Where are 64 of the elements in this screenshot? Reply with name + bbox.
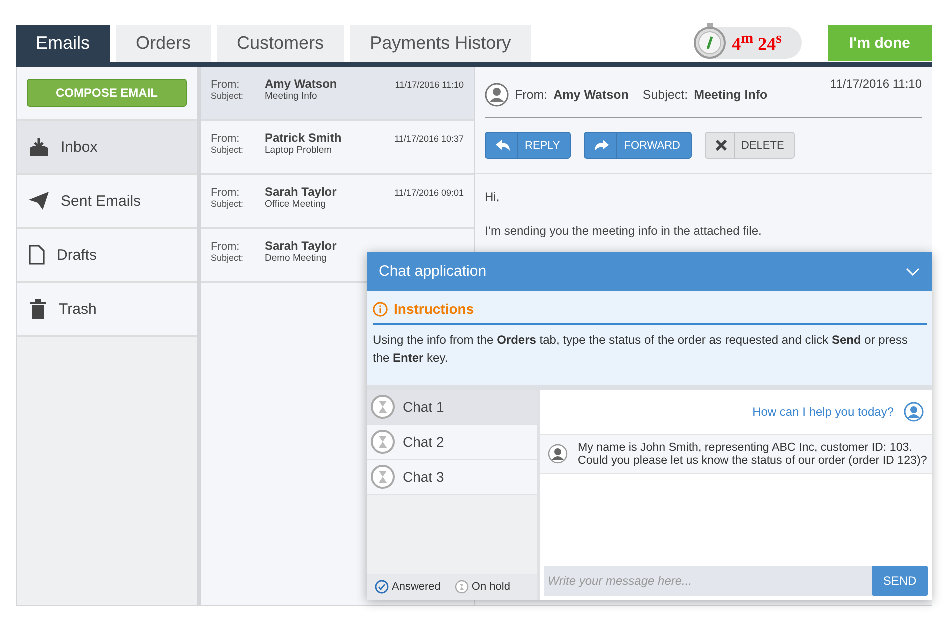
info-icon — [373, 302, 388, 316]
email-text: I’m sending you the meeting info in the attached file. — [485, 224, 763, 238]
reply-icon — [496, 140, 510, 152]
subject-label: Subject: — [211, 91, 245, 101]
folder-item[interactable]: Inbox — [17, 121, 197, 175]
subject-label: Subject: — [211, 253, 245, 263]
subject-label: Subject: — [211, 145, 245, 155]
email-subject: Laptop Problem — [265, 145, 332, 156]
chat-item[interactable]: Chat 2 — [367, 425, 537, 460]
forward-icon — [595, 140, 610, 152]
tab[interactable]: Emails — [16, 25, 110, 62]
legend-label: On hold — [472, 581, 510, 593]
email-text: Hi, — [485, 190, 501, 204]
customer-message: My name is John Smith, representing ABC Inc, customer ID: 103. Could you please let us know the status of our order (order ID 123)? — [578, 441, 928, 467]
email-date: 11/17/2016 10:37 — [394, 134, 464, 144]
hourglass-icon — [371, 430, 395, 454]
agent-avatar-icon — [904, 402, 924, 422]
trash-icon — [29, 299, 47, 319]
timer-text: 4$^{m}$ 24$^{s}$ — [732, 31, 782, 55]
document-icon — [29, 245, 45, 265]
email-subject: Meeting Info — [694, 88, 768, 102]
sender-name: Patrick Smith — [265, 131, 342, 145]
email-item[interactable]: From: Amy Watson 11/17/2016 11:10 Subject: Meeting Info — [201, 67, 474, 121]
chat-item[interactable]: Chat 3 — [367, 460, 537, 495]
avatar-icon — [485, 83, 509, 107]
tab[interactable]: Customers — [217, 25, 344, 62]
check-circle-icon — [375, 580, 389, 594]
from-label: From: — [515, 88, 548, 102]
from-label: From: — [211, 187, 241, 199]
inbox-icon — [29, 137, 49, 157]
avatar-icon — [548, 444, 568, 464]
email-date: 11/17/2016 11:10 — [395, 80, 464, 90]
action-button[interactable]: DELETE — [704, 132, 796, 159]
sender-name: Sarah Taylor — [265, 239, 337, 253]
instructions-title: Instructions — [394, 301, 474, 317]
message-input[interactable]: Write your message here... — [544, 566, 872, 596]
email-date: 11/17/2016 09:01 — [394, 188, 464, 198]
sender-name: Amy Watson — [554, 88, 629, 102]
hourglass-icon — [371, 465, 395, 489]
legend-label: Answered — [392, 581, 441, 593]
email-subject: Meeting Info — [265, 91, 318, 102]
folder-item[interactable]: Drafts — [17, 229, 197, 283]
tab[interactable]: Orders — [116, 25, 212, 62]
hourglass-icon — [371, 395, 395, 419]
tab[interactable]: Payments History — [350, 25, 532, 62]
subject-label: Subject: — [211, 199, 245, 209]
subject-label: Subject: — [642, 88, 688, 102]
from-label: From: — [211, 79, 241, 91]
agent-message: How can I help you today? — [752, 405, 894, 419]
sender-name: Amy Watson — [265, 77, 338, 91]
chevron-down-icon[interactable] — [906, 268, 920, 276]
folder-item[interactable]: Sent Emails — [17, 175, 197, 229]
from-label: From: — [211, 241, 241, 253]
folder-item[interactable]: Trash — [17, 283, 197, 337]
hourglass-icon — [454, 580, 469, 594]
paper-plane-icon — [29, 191, 49, 211]
close-icon — [716, 140, 726, 151]
email-date: 11/17/2016 11:10 — [830, 77, 922, 91]
sender-name: Sarah Taylor — [265, 185, 337, 199]
instructions-text: Using the info from the Orders tab, type the status of the order as requested and click Send or press the Enter key. — [373, 332, 909, 367]
email-subject: Office Meeting — [265, 199, 326, 210]
from-label: From: — [211, 133, 241, 145]
email-subject: Demo Meeting — [265, 253, 327, 264]
chat-item[interactable]: Chat 1 — [367, 390, 537, 425]
